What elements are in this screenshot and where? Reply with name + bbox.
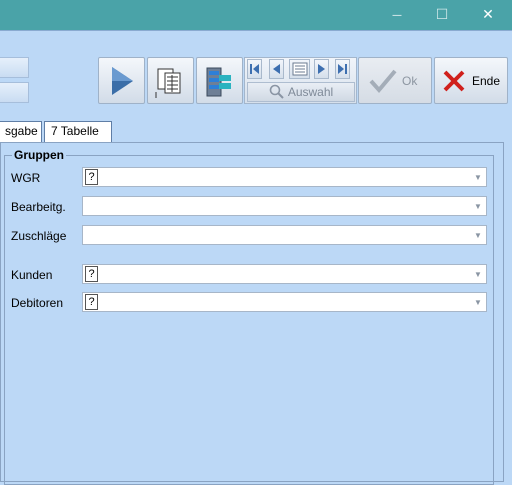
checkmark-icon <box>369 69 397 94</box>
left-toolbar-button-2[interactable] <box>0 82 29 103</box>
left-toolbar-button-1[interactable] <box>0 57 29 78</box>
wgr-label: WGR <box>11 171 41 185</box>
tab-ausgabe[interactable]: sgabe <box>0 121 42 143</box>
nav-first-button[interactable] <box>247 59 262 79</box>
nav-next-button[interactable] <box>314 59 329 79</box>
nav-last-icon <box>338 64 347 74</box>
kunden-label: Kunden <box>11 268 53 282</box>
title-bar: — ☐ ✕ <box>0 0 512 30</box>
chevron-down-icon[interactable]: ▼ <box>471 169 485 185</box>
search-button-label: Auswahl <box>287 85 334 99</box>
zuschlaege-combo[interactable]: ▼ <box>82 225 487 245</box>
database-icon <box>206 67 231 97</box>
ok-button[interactable]: Ok <box>358 57 432 104</box>
nav-first-icon <box>250 64 259 74</box>
end-button-label: Ende <box>472 74 501 88</box>
nav-prev-icon <box>273 64 280 74</box>
document-grid-icon <box>155 68 181 98</box>
debitoren-combo[interactable]: ? ▼ <box>82 292 487 312</box>
bearbeitg-combo[interactable]: ▼ <box>82 196 487 216</box>
close-window-button[interactable]: ✕ <box>465 0 511 30</box>
zuschlaege-label: Zuschläge <box>11 229 67 243</box>
nav-list-button[interactable] <box>289 59 310 79</box>
magnifier-icon <box>269 84 284 99</box>
maximize-button[interactable]: ☐ <box>419 0 465 30</box>
wgr-value: ? <box>85 169 98 185</box>
maximize-icon: ☐ <box>435 7 449 23</box>
chevron-down-icon[interactable]: ▼ <box>471 266 485 282</box>
debitoren-label: Debitoren <box>11 296 64 310</box>
minimize-icon: — <box>392 9 402 21</box>
kunden-value: ? <box>85 266 98 282</box>
kunden-combo[interactable]: ? ▼ <box>82 264 487 284</box>
toolbar-separator <box>0 30 512 31</box>
bearbeitg-label: Bearbeitg. <box>11 200 66 214</box>
group-title: Gruppen <box>12 148 66 162</box>
wgr-combo[interactable]: ? ▼ <box>82 167 487 187</box>
nav-next-icon <box>318 64 325 74</box>
search-button[interactable]: Auswahl <box>247 82 355 102</box>
ok-button-label: Ok <box>402 74 418 88</box>
chevron-down-icon[interactable]: ▼ <box>471 198 485 214</box>
database-button[interactable] <box>196 57 243 104</box>
play-icon <box>112 67 133 95</box>
tab-bar: sgabe 7 Tabelle <box>0 119 512 143</box>
minimize-button[interactable]: — <box>374 0 420 30</box>
nav-list-icon <box>292 62 307 76</box>
debitoren-value: ? <box>85 294 98 310</box>
chevron-down-icon[interactable]: ▼ <box>471 294 485 310</box>
document-button[interactable] <box>147 57 194 104</box>
chevron-down-icon[interactable]: ▼ <box>471 227 485 243</box>
nav-prev-button[interactable] <box>269 59 284 79</box>
tab-tabelle[interactable]: 7 Tabelle <box>44 121 112 143</box>
close-icon: ✕ <box>482 7 494 23</box>
red-x-icon <box>443 70 465 92</box>
nav-last-button[interactable] <box>335 59 350 79</box>
run-button[interactable] <box>98 57 145 104</box>
end-button[interactable]: Ende <box>434 57 508 104</box>
